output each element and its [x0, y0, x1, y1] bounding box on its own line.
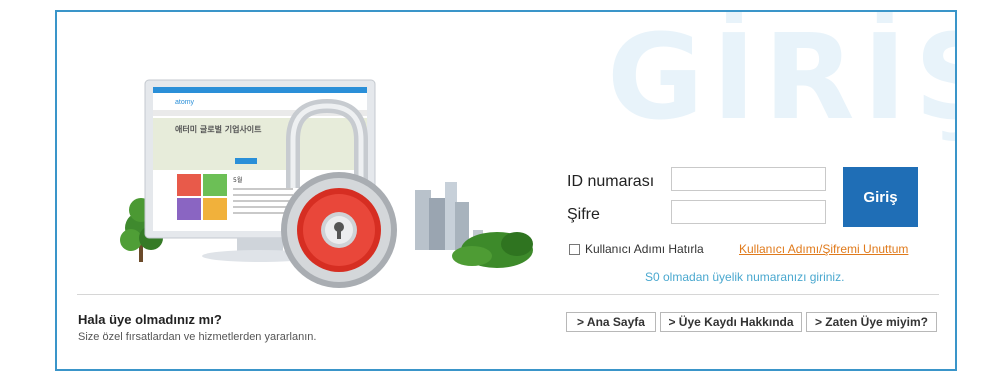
login-panel: GİRİŞ atomy 애터미 글로벌 기업사이트 5월 — [55, 10, 957, 371]
id-input[interactable] — [671, 167, 826, 191]
password-label: Şifre — [567, 206, 600, 223]
remember-me[interactable]: Kullanıcı Adımı Hatırla — [569, 242, 704, 256]
login-button[interactable]: Giriş — [843, 167, 918, 227]
already-member-button[interactable]: > Zaten Üye miyim? — [806, 312, 937, 332]
checkbox[interactable] — [569, 243, 580, 255]
forgot-credentials-link[interactable]: Kullanıcı Adımı/Şifremi Unuttum — [739, 242, 908, 256]
signup-subtitle: Size özel fırsatlardan ve hizmetlerden y… — [78, 331, 317, 343]
password-input[interactable] — [671, 200, 826, 224]
security-illustration: atomy 애터미 글로벌 기업사이트 5월 — [120, 79, 533, 288]
login-hint: S0 olmadan üyelik numaranızı giriniz. — [645, 270, 845, 284]
screen-banner: 애터미 글로벌 기업사이트 — [175, 124, 262, 134]
calendar-label: 5월 — [233, 176, 242, 184]
watermark-title: GİRİŞ — [607, 10, 955, 146]
remember-label: Kullanıcı Adımı Hatırla — [585, 242, 704, 256]
signup-title: Hala üye olmadınız mı? — [78, 312, 222, 327]
divider — [77, 294, 939, 295]
id-label: ID numarası — [567, 173, 655, 190]
home-button[interactable]: > Ana Sayfa — [566, 312, 656, 332]
membership-info-button[interactable]: > Üye Kaydı Hakkında — [660, 312, 802, 332]
screen-logo: atomy — [175, 99, 195, 106]
